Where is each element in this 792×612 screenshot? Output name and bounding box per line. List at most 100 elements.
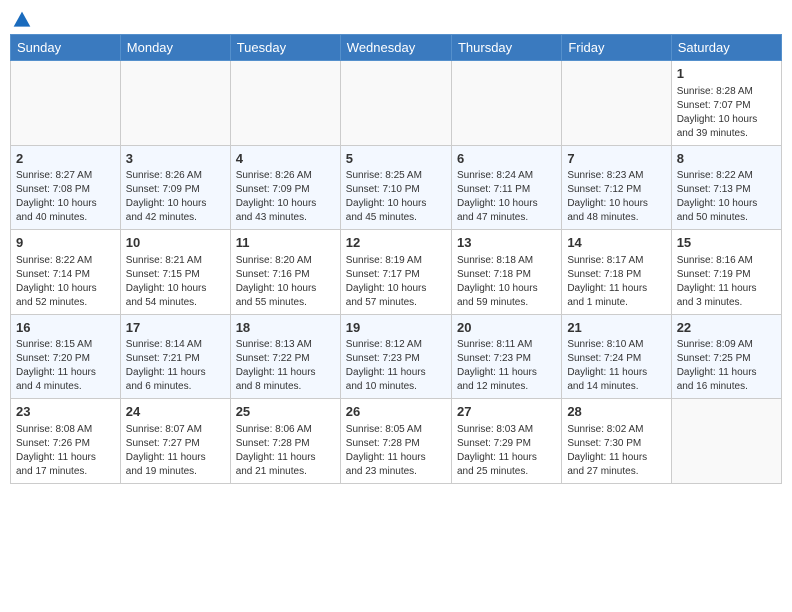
calendar-cell: 14 Sunrise: 8:17 AM Sunset: 7:18 PM Dayli…: [562, 230, 671, 315]
day-number: 13: [457, 234, 556, 252]
calendar-cell: 18Sunrise: 8:13 AM Sunset: 7:22 PM Dayli…: [230, 314, 340, 399]
day-number: 14: [567, 234, 665, 252]
calendar-cell: 4Sunrise: 8:26 AM Sunset: 7:09 PM Daylig…: [230, 145, 340, 230]
calendar-cell: 27Sunrise: 8:03 AM Sunset: 7:29 PM Dayli…: [451, 399, 561, 484]
day-info: Sunrise: 8:16 AM Sunset: 7:19 PM Dayligh…: [677, 254, 776, 310]
calendar-cell: 20Sunrise: 8:11 AM Sunset: 7:23 PM Dayli…: [451, 314, 561, 399]
day-number: 15: [677, 234, 776, 252]
week-row-3: 16Sunrise: 8:15 AM Sunset: 7:20 PM Dayli…: [11, 314, 782, 399]
calendar-cell: 8Sunrise: 8:22 AM Sunset: 7:13 PM Daylig…: [671, 145, 781, 230]
day-number: 3: [126, 150, 225, 168]
day-info: Sunrise: 8:26 AM Sunset: 7:09 PM Dayligh…: [126, 169, 225, 225]
weekday-header-row: SundayMondayTuesdayWednesdayThursdayFrid…: [11, 35, 782, 61]
day-info: Sunrise: 8:17 AM Sunset: 7:18 PM Dayligh…: [567, 254, 665, 310]
day-info: Sunrise: 8:15 AM Sunset: 7:20 PM Dayligh…: [16, 338, 115, 394]
day-info: Sunrise: 8:23 AM Sunset: 7:12 PM Dayligh…: [567, 169, 665, 225]
day-number: 12: [346, 234, 446, 252]
day-info: Sunrise: 8:08 AM Sunset: 7:26 PM Dayligh…: [16, 423, 115, 479]
day-info: Sunrise: 8:12 AM Sunset: 7:23 PM Dayligh…: [346, 338, 446, 394]
day-info: Sunrise: 8:07 AM Sunset: 7:27 PM Dayligh…: [126, 423, 225, 479]
day-number: 11: [236, 234, 335, 252]
day-info: Sunrise: 8:09 AM Sunset: 7:25 PM Dayligh…: [677, 338, 776, 394]
day-number: 8: [677, 150, 776, 168]
weekday-header-thursday: Thursday: [451, 35, 561, 61]
header: [10, 10, 782, 26]
page: SundayMondayTuesdayWednesdayThursdayFrid…: [0, 0, 792, 612]
weekday-header-sunday: Sunday: [11, 35, 121, 61]
day-info: Sunrise: 8:21 AM Sunset: 7:15 PM Dayligh…: [126, 254, 225, 310]
day-info: Sunrise: 8:14 AM Sunset: 7:21 PM Dayligh…: [126, 338, 225, 394]
day-number: 22: [677, 319, 776, 337]
calendar-cell: 10 Sunrise: 8:21 AM Sunset: 7:15 PM Dayli…: [120, 230, 230, 315]
day-number: 16: [16, 319, 115, 337]
weekday-header-friday: Friday: [562, 35, 671, 61]
calendar-cell: 13 Sunrise: 8:18 AM Sunset: 7:18 PM Dayli…: [451, 230, 561, 315]
calendar-cell: 9Sunrise: 8:22 AM Sunset: 7:14 PM Daylig…: [11, 230, 121, 315]
week-row-1: 2Sunrise: 8:27 AM Sunset: 7:08 PM Daylig…: [11, 145, 782, 230]
day-info: Sunrise: 8:13 AM Sunset: 7:22 PM Dayligh…: [236, 338, 335, 394]
calendar-cell: [230, 61, 340, 146]
calendar-cell: 11 Sunrise: 8:20 AM Sunset: 7:16 PM Dayli…: [230, 230, 340, 315]
weekday-header-tuesday: Tuesday: [230, 35, 340, 61]
week-row-0: 1Sunrise: 8:28 AM Sunset: 7:07 PM Daylig…: [11, 61, 782, 146]
calendar-cell: [340, 61, 451, 146]
calendar-cell: 26 Sunrise: 8:05 AM Sunset: 7:28 PM Dayli…: [340, 399, 451, 484]
day-number: 25: [236, 403, 335, 421]
day-number: 20: [457, 319, 556, 337]
calendar-cell: 16Sunrise: 8:15 AM Sunset: 7:20 PM Dayli…: [11, 314, 121, 399]
day-info: Sunrise: 8:24 AM Sunset: 7:11 PM Dayligh…: [457, 169, 556, 225]
day-info: Sunrise: 8:18 AM Sunset: 7:18 PM Dayligh…: [457, 254, 556, 310]
day-info: Sunrise: 8:28 AM Sunset: 7:07 PM Dayligh…: [677, 85, 776, 141]
week-row-4: 23 Sunrise: 8:08 AM Sunset: 7:26 PM Dayli…: [11, 399, 782, 484]
day-number: 17: [126, 319, 225, 337]
day-number: 23: [16, 403, 115, 421]
day-info: Sunrise: 8:25 AM Sunset: 7:10 PM Dayligh…: [346, 169, 446, 225]
calendar-cell: [11, 61, 121, 146]
day-info: Sunrise: 8:02 AM Sunset: 7:30 PM Dayligh…: [567, 423, 665, 479]
logo-icon: [12, 10, 32, 30]
calendar-cell: [562, 61, 671, 146]
calendar-cell: 23 Sunrise: 8:08 AM Sunset: 7:26 PM Dayli…: [11, 399, 121, 484]
day-number: 28: [567, 403, 665, 421]
calendar-cell: 12Sunrise: 8:19 AM Sunset: 7:17 PM Dayli…: [340, 230, 451, 315]
day-number: 27: [457, 403, 556, 421]
calendar-cell: 15 Sunrise: 8:16 AM Sunset: 7:19 PM Dayli…: [671, 230, 781, 315]
weekday-header-saturday: Saturday: [671, 35, 781, 61]
calendar-cell: 22Sunrise: 8:09 AM Sunset: 7:25 PM Dayli…: [671, 314, 781, 399]
weekday-header-monday: Monday: [120, 35, 230, 61]
day-number: 2: [16, 150, 115, 168]
calendar-cell: 19Sunrise: 8:12 AM Sunset: 7:23 PM Dayli…: [340, 314, 451, 399]
day-number: 10: [126, 234, 225, 252]
calendar-cell: 3Sunrise: 8:26 AM Sunset: 7:09 PM Daylig…: [120, 145, 230, 230]
calendar-cell: 24 Sunrise: 8:07 AM Sunset: 7:27 PM Dayli…: [120, 399, 230, 484]
calendar-cell: 7Sunrise: 8:23 AM Sunset: 7:12 PM Daylig…: [562, 145, 671, 230]
calendar-cell: 5Sunrise: 8:25 AM Sunset: 7:10 PM Daylig…: [340, 145, 451, 230]
calendar-cell: [671, 399, 781, 484]
calendar-table: SundayMondayTuesdayWednesdayThursdayFrid…: [10, 34, 782, 484]
day-number: 18: [236, 319, 335, 337]
day-number: 21: [567, 319, 665, 337]
day-info: Sunrise: 8:11 AM Sunset: 7:23 PM Dayligh…: [457, 338, 556, 394]
day-number: 19: [346, 319, 446, 337]
day-info: Sunrise: 8:05 AM Sunset: 7:28 PM Dayligh…: [346, 423, 446, 479]
calendar-cell: [120, 61, 230, 146]
calendar-cell: [451, 61, 561, 146]
day-info: Sunrise: 8:22 AM Sunset: 7:13 PM Dayligh…: [677, 169, 776, 225]
day-info: Sunrise: 8:20 AM Sunset: 7:16 PM Dayligh…: [236, 254, 335, 310]
day-info: Sunrise: 8:26 AM Sunset: 7:09 PM Dayligh…: [236, 169, 335, 225]
calendar-cell: 1Sunrise: 8:28 AM Sunset: 7:07 PM Daylig…: [671, 61, 781, 146]
weekday-header-wednesday: Wednesday: [340, 35, 451, 61]
day-number: 7: [567, 150, 665, 168]
day-number: 24: [126, 403, 225, 421]
day-number: 9: [16, 234, 115, 252]
calendar-cell: 17Sunrise: 8:14 AM Sunset: 7:21 PM Dayli…: [120, 314, 230, 399]
calendar-cell: 2Sunrise: 8:27 AM Sunset: 7:08 PM Daylig…: [11, 145, 121, 230]
day-number: 26: [346, 403, 446, 421]
day-number: 4: [236, 150, 335, 168]
day-number: 6: [457, 150, 556, 168]
week-row-2: 9Sunrise: 8:22 AM Sunset: 7:14 PM Daylig…: [11, 230, 782, 315]
day-info: Sunrise: 8:10 AM Sunset: 7:24 PM Dayligh…: [567, 338, 665, 394]
calendar-cell: 28 Sunrise: 8:02 AM Sunset: 7:30 PM Dayli…: [562, 399, 671, 484]
day-info: Sunrise: 8:27 AM Sunset: 7:08 PM Dayligh…: [16, 169, 115, 225]
logo: [10, 10, 32, 26]
